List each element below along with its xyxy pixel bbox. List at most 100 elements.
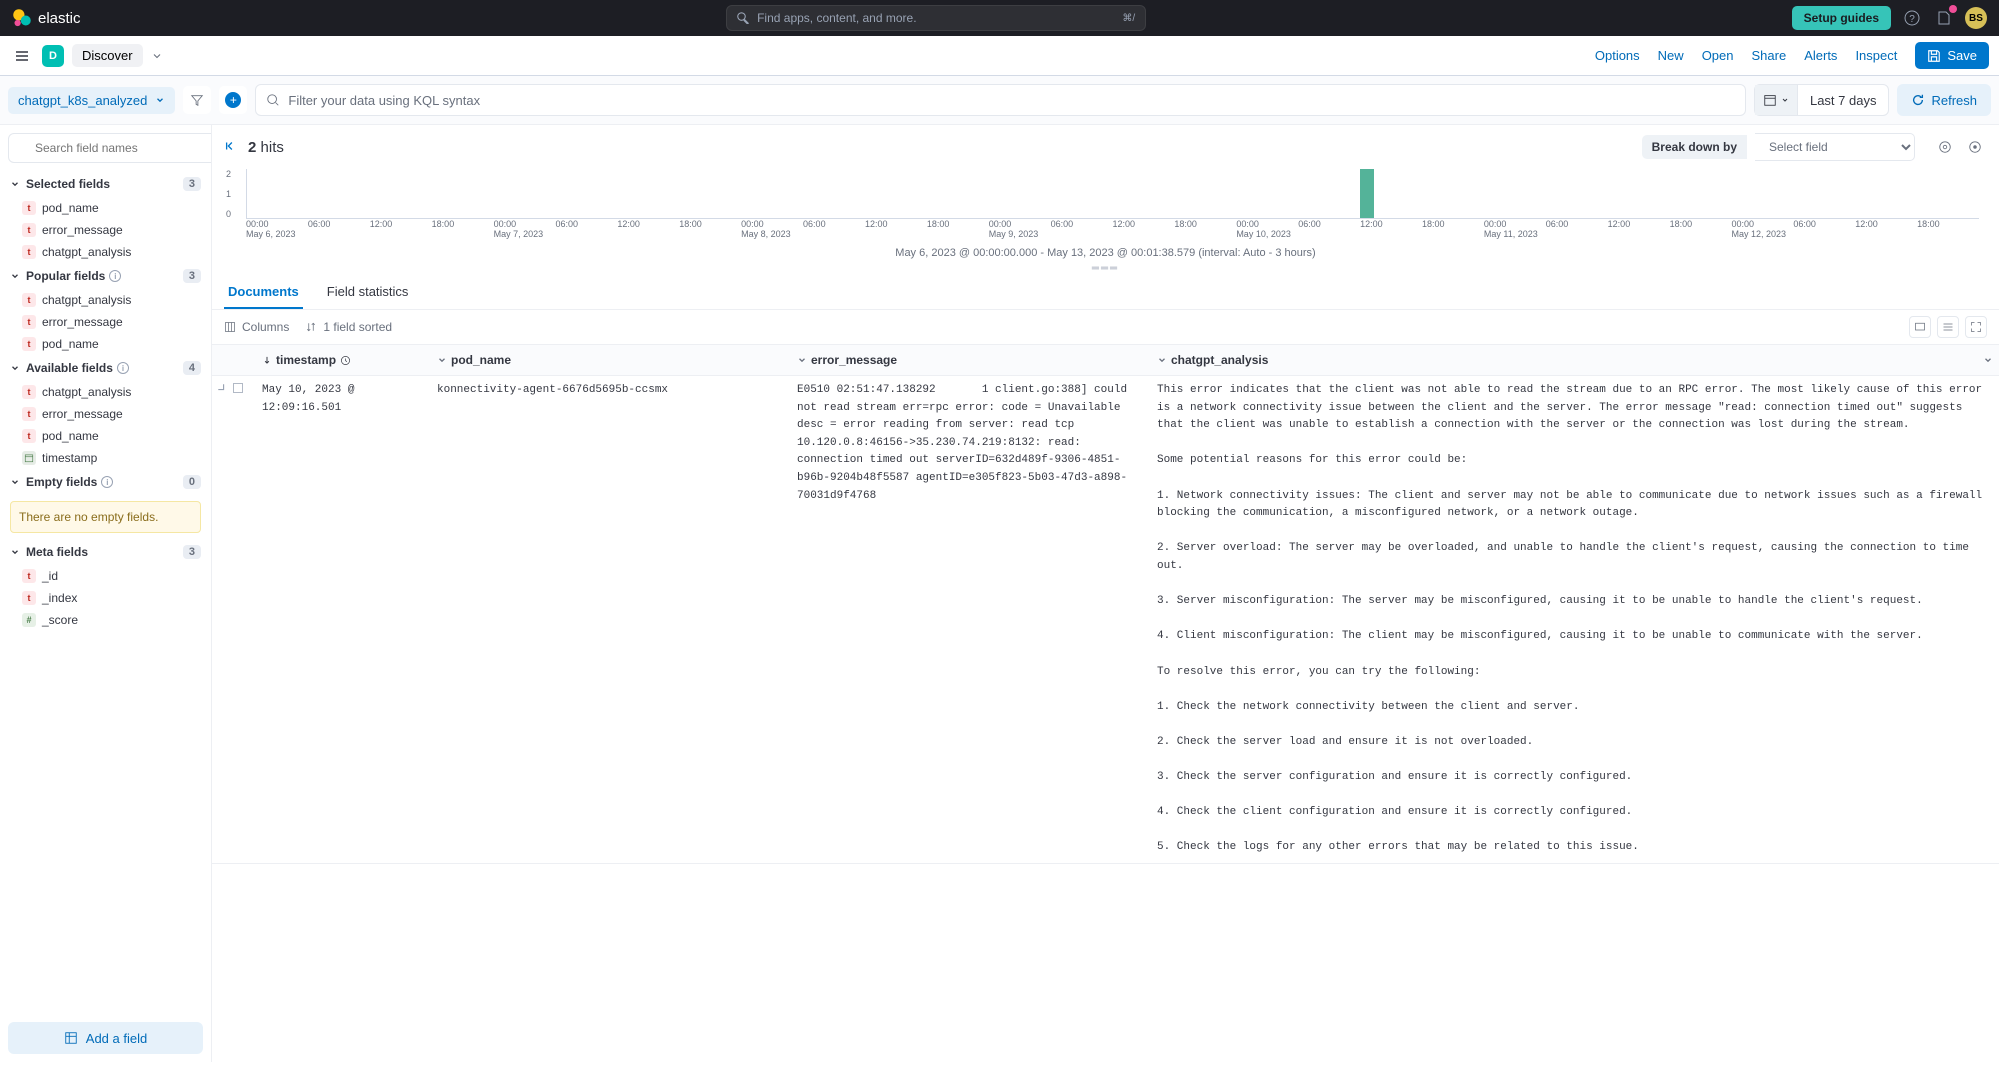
- field-item[interactable]: _index: [0, 587, 211, 609]
- global-search-placeholder: Find apps, content, and more.: [757, 11, 916, 25]
- date-picker[interactable]: Last 7 days: [1754, 84, 1890, 116]
- index-icon: [64, 1031, 78, 1045]
- meta-fields-header[interactable]: Meta fields3: [0, 539, 211, 565]
- open-link[interactable]: Open: [1702, 48, 1734, 63]
- share-link[interactable]: Share: [1752, 48, 1787, 63]
- filter-button[interactable]: [183, 86, 211, 114]
- field-item[interactable]: chatgpt_analysis: [0, 289, 211, 311]
- column-header-error-message[interactable]: error_message: [791, 345, 1151, 375]
- options-link[interactable]: Options: [1595, 48, 1640, 63]
- cell-timestamp[interactable]: May 10, 2023 @ 12:09:16.501: [256, 376, 431, 863]
- empty-fields-message: There are no empty fields.: [10, 501, 201, 533]
- cell-pod-name[interactable]: konnectivity-agent-6676d5695b-ccsmx: [431, 376, 791, 863]
- field-type-icon: [22, 293, 36, 307]
- density-button[interactable]: [1937, 316, 1959, 338]
- alerts-link[interactable]: Alerts: [1804, 48, 1837, 63]
- newsfeed-icon[interactable]: [1933, 7, 1955, 29]
- field-item[interactable]: error_message: [0, 311, 211, 333]
- logo[interactable]: elastic: [12, 8, 81, 28]
- new-link[interactable]: New: [1658, 48, 1684, 63]
- chevron-down-icon: [155, 95, 165, 105]
- gear-icon: [1968, 140, 1982, 154]
- info-icon[interactable]: i: [109, 270, 121, 282]
- add-field-button[interactable]: Add a field: [8, 1022, 203, 1054]
- breakdown-select[interactable]: Select field: [1755, 133, 1915, 161]
- help-icon[interactable]: ?: [1901, 7, 1923, 29]
- field-item[interactable]: _id: [0, 565, 211, 587]
- chevron-down-icon[interactable]: [151, 50, 163, 62]
- field-type-icon: [22, 451, 36, 465]
- popular-fields-header[interactable]: Popular fieldsi3: [0, 263, 211, 289]
- field-item[interactable]: pod_name: [0, 425, 211, 447]
- tab-documents[interactable]: Documents: [224, 274, 303, 309]
- field-item[interactable]: chatgpt_analysis: [0, 381, 211, 403]
- histogram-chart[interactable]: 210 00:0006:0012:0018:00May 6, 202300:00…: [212, 169, 1999, 243]
- kql-placeholder: Filter your data using KQL syntax: [288, 93, 480, 108]
- fullscreen-button[interactable]: [1965, 316, 1987, 338]
- field-search-input[interactable]: [8, 133, 212, 163]
- chart-options-button[interactable]: [1963, 135, 1987, 159]
- sort-button[interactable]: 1 field sorted: [305, 320, 392, 334]
- sort-down-icon: [262, 355, 272, 365]
- chevron-down-icon: [437, 355, 447, 365]
- elastic-logo-icon: [12, 8, 32, 28]
- cell-error-message[interactable]: E0510 02:51:47.138292 1 client.go:388] c…: [791, 376, 1151, 863]
- info-icon[interactable]: i: [101, 476, 113, 488]
- field-item[interactable]: error_message: [0, 403, 211, 425]
- field-type-icon: [22, 385, 36, 399]
- available-fields-header[interactable]: Available fieldsi4: [0, 355, 211, 381]
- field-item[interactable]: error_message: [0, 219, 211, 241]
- add-filter-button[interactable]: +: [219, 86, 247, 114]
- field-type-icon: [22, 245, 36, 259]
- info-icon[interactable]: i: [117, 362, 129, 374]
- search-icon: [737, 12, 749, 24]
- app-badge: D: [42, 45, 64, 67]
- columns-button[interactable]: Columns: [224, 320, 289, 334]
- chart-bar[interactable]: [1360, 169, 1374, 218]
- grid-icon: [1942, 321, 1954, 333]
- discover-content: 2 hits Break down by Select field 210 00…: [212, 125, 1999, 1062]
- edit-visualization-button[interactable]: [1933, 135, 1957, 159]
- fields-sidebar: 0 Selected fields3 pod_name error_messag…: [0, 125, 212, 1062]
- field-item[interactable]: pod_name: [0, 333, 211, 355]
- grid-toolbar: Columns 1 field sorted: [212, 310, 1999, 345]
- sort-icon: [305, 321, 317, 333]
- field-type-icon: [22, 569, 36, 583]
- column-header-chatgpt-analysis[interactable]: chatgpt_analysis: [1151, 345, 1999, 375]
- chevron-down-icon: [10, 477, 20, 487]
- selected-fields-header[interactable]: Selected fields3: [0, 171, 211, 197]
- filter-icon: [190, 93, 204, 107]
- calendar-icon[interactable]: [1755, 85, 1798, 115]
- refresh-button[interactable]: Refresh: [1897, 84, 1991, 116]
- display-options-button[interactable]: [1909, 316, 1931, 338]
- kql-input[interactable]: Filter your data using KQL syntax: [255, 84, 1746, 116]
- field-item[interactable]: chatgpt_analysis: [0, 241, 211, 263]
- nav-toggle-button[interactable]: [10, 44, 34, 68]
- column-header-pod-name[interactable]: pod_name: [431, 345, 791, 375]
- breakdown-label: Break down by: [1642, 135, 1747, 159]
- field-type-icon: [22, 223, 36, 237]
- search-icon: [266, 93, 280, 107]
- user-avatar[interactable]: BS: [1965, 7, 1987, 29]
- cell-chatgpt-analysis[interactable]: This error indicates that the client was…: [1151, 376, 1999, 863]
- inspect-link[interactable]: Inspect: [1855, 48, 1897, 63]
- date-range-text: Last 7 days: [1798, 93, 1889, 108]
- field-item[interactable]: pod_name: [0, 197, 211, 219]
- tab-field-statistics[interactable]: Field statistics: [323, 274, 413, 309]
- empty-fields-header[interactable]: Empty fieldsi0: [0, 469, 211, 495]
- dataview-selector[interactable]: chatgpt_k8s_analyzed: [8, 87, 175, 114]
- save-button[interactable]: Save: [1915, 42, 1989, 69]
- clock-icon: [340, 355, 351, 366]
- field-item[interactable]: timestamp: [0, 447, 211, 469]
- field-type-icon: [22, 201, 36, 215]
- row-checkbox[interactable]: [232, 382, 244, 857]
- discover-dropdown[interactable]: Discover: [72, 44, 143, 67]
- expand-row-icon[interactable]: [216, 382, 228, 857]
- collapse-sidebar-icon[interactable]: [224, 139, 238, 156]
- column-header-timestamp[interactable]: timestamp: [256, 345, 431, 375]
- resize-handle[interactable]: ═══: [212, 263, 1999, 274]
- field-item[interactable]: _score: [0, 609, 211, 631]
- global-search[interactable]: Find apps, content, and more. ⌘/: [726, 5, 1146, 31]
- app-header: D Discover Options New Open Share Alerts…: [0, 36, 1999, 76]
- setup-guides-button[interactable]: Setup guides: [1792, 6, 1891, 30]
